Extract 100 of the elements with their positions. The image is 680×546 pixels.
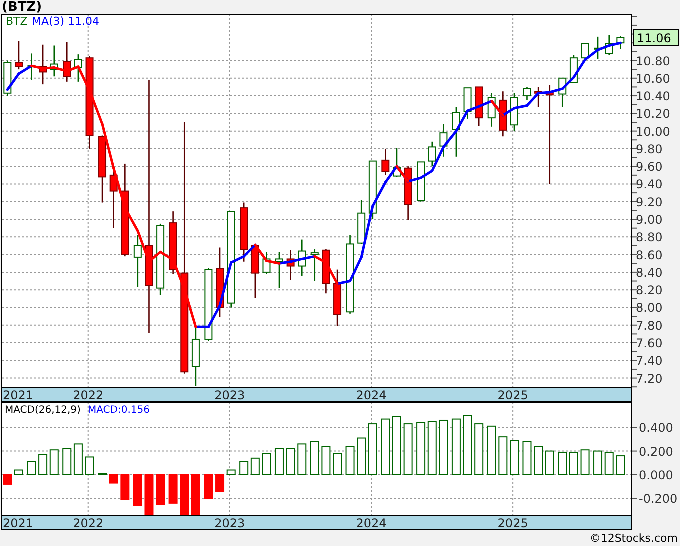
candlestick <box>523 87 532 100</box>
histogram-bar <box>428 421 437 476</box>
axis-label: 10.20 <box>636 107 670 122</box>
candlestick <box>404 166 412 220</box>
chart-title: (BTZ) <box>2 0 42 14</box>
candlestick <box>499 92 508 137</box>
histogram-bar <box>226 470 236 476</box>
axis-label: 9.60 <box>636 160 663 174</box>
axis-label: 2021 <box>3 516 34 530</box>
histogram-bar <box>50 450 59 476</box>
histogram-bar <box>392 416 402 476</box>
histogram-bar <box>144 474 154 516</box>
candlestick <box>98 136 107 203</box>
copyright-text: ©12Stocks.com <box>590 532 678 546</box>
histogram-bar <box>168 474 178 504</box>
histogram-bar <box>109 474 118 484</box>
candlestick <box>382 148 390 176</box>
candlestick <box>428 142 436 167</box>
axis-label: 0.200 <box>639 444 674 459</box>
histogram-bar <box>534 446 544 476</box>
axis-label: 7.80 <box>636 318 663 333</box>
candlestick <box>275 252 284 288</box>
candlestick <box>558 78 567 108</box>
histogram-bar <box>216 474 225 492</box>
axis-label: 2023 <box>214 388 246 402</box>
candlestick <box>534 87 543 108</box>
candlestick <box>298 240 306 276</box>
axis-label: 0.400 <box>639 421 674 436</box>
histogram-bar <box>558 452 568 476</box>
candlestick <box>581 44 590 59</box>
candlestick <box>393 148 401 178</box>
candlestick <box>452 108 460 157</box>
histogram-bar <box>381 418 390 476</box>
histogram-bar <box>368 424 378 476</box>
histogram-bar <box>133 474 142 506</box>
candlestick <box>440 124 448 157</box>
candlestick <box>74 54 82 82</box>
candlestick <box>616 36 625 50</box>
axis-label: 8.40 <box>636 266 663 280</box>
chart-legend-value: 11.04 <box>68 15 100 28</box>
histogram-bar <box>522 441 532 476</box>
candlestick <box>15 41 23 70</box>
histogram-bar <box>74 444 83 476</box>
candlestick <box>310 250 319 282</box>
histogram-bar <box>38 454 48 476</box>
histogram-bar <box>310 441 320 476</box>
histogram-bar <box>357 438 366 476</box>
axis-label: -0.200 <box>639 492 678 506</box>
axis-label: 2024 <box>356 388 387 402</box>
histogram-bar <box>510 440 519 476</box>
candlestick <box>464 88 472 119</box>
histogram-bar <box>594 450 603 476</box>
histogram-bar <box>3 474 12 485</box>
candlestick <box>156 224 165 296</box>
histogram-bar <box>416 422 426 476</box>
candlestick <box>358 200 366 244</box>
histogram-bar <box>120 474 130 500</box>
axis-label: 2024 <box>356 516 387 530</box>
axis-label: 10.60 <box>636 72 670 86</box>
axis-label: 7.20 <box>636 372 663 386</box>
axis-label: 10.80 <box>636 54 670 68</box>
candlestick <box>286 250 295 280</box>
histogram-bar <box>545 450 554 476</box>
candlestick <box>322 250 330 294</box>
histogram-bar <box>191 474 200 516</box>
candlestick <box>110 171 118 228</box>
histogram-bar <box>156 474 166 506</box>
axis-label: 9.40 <box>636 178 663 192</box>
axis-label: 9.00 <box>636 213 663 228</box>
axis-label: 2025 <box>498 388 528 402</box>
histogram-bar <box>474 424 484 476</box>
axis-label: 2021 <box>3 388 34 402</box>
candlestick <box>417 162 426 202</box>
histogram-bar <box>98 473 108 476</box>
histogram-bar <box>286 448 296 476</box>
histogram-bar <box>14 470 24 476</box>
axis-label: 8.60 <box>636 248 663 262</box>
histogram-bar <box>62 448 72 476</box>
axis-label: 7.40 <box>636 354 663 368</box>
candlestick <box>262 252 271 274</box>
histogram-bar <box>463 415 472 476</box>
candlestick <box>605 35 614 56</box>
axis-label: 8.00 <box>636 301 663 316</box>
candlestick <box>488 93 496 127</box>
histogram-bar <box>346 446 355 476</box>
axis-label: 2022 <box>73 516 104 530</box>
axis-label: 2023 <box>214 516 246 530</box>
histogram-bar <box>180 474 190 516</box>
axis-label: 2025 <box>498 516 528 530</box>
candlestick <box>39 44 48 85</box>
histogram-bar <box>604 452 614 476</box>
candlestick <box>134 235 142 288</box>
axis-label: 0.000 <box>639 468 674 482</box>
indicator-legend: MACD(26,12,9) <box>5 405 81 416</box>
histogram-bar <box>569 452 578 476</box>
histogram-bar <box>322 446 331 476</box>
candlestick <box>240 202 248 262</box>
candlestick <box>368 160 377 220</box>
candlestick <box>594 36 602 59</box>
candlestick <box>63 42 72 82</box>
